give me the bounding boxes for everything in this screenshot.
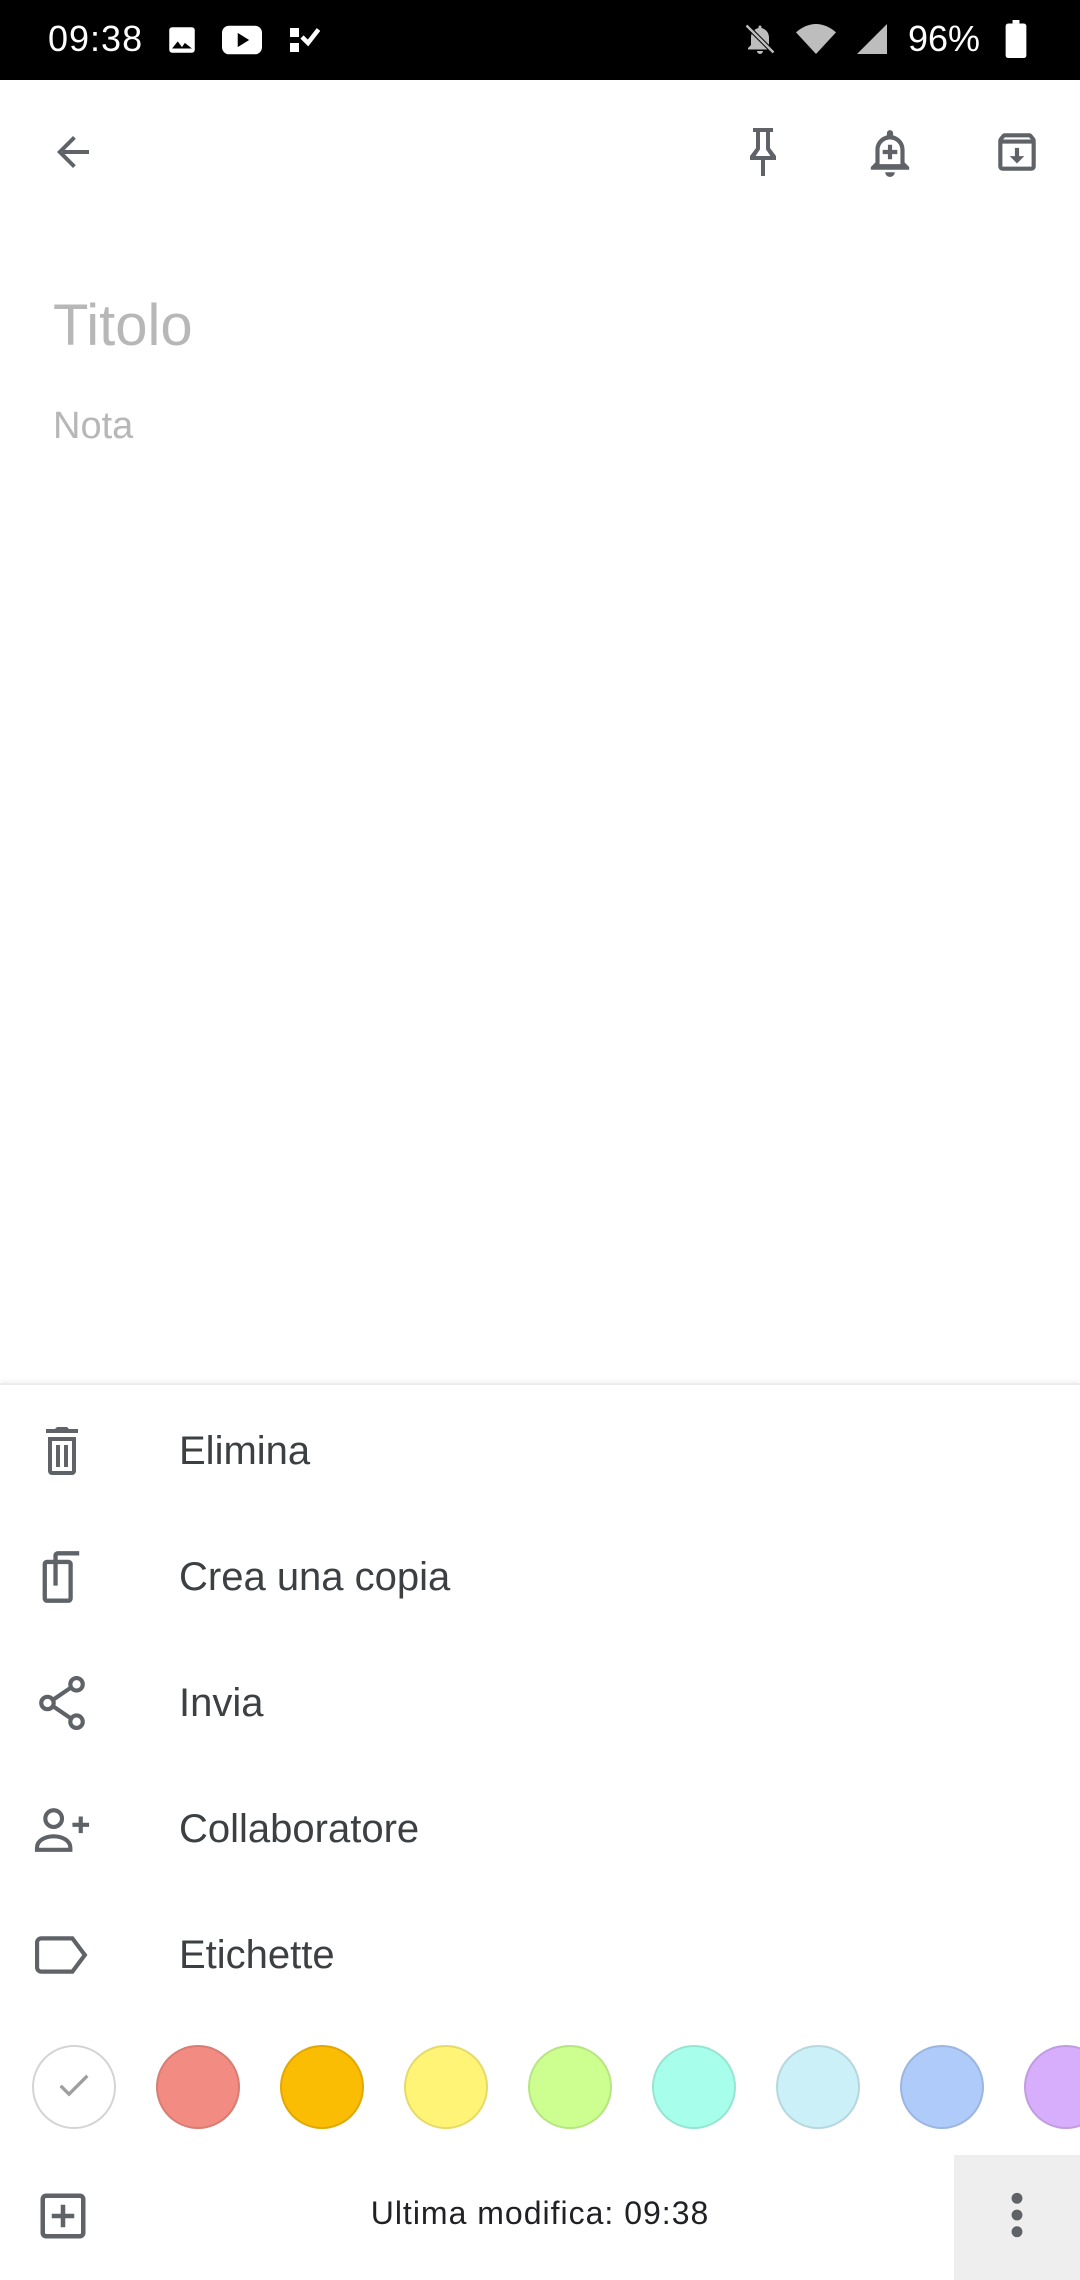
color-swatch-blue[interactable]: [900, 2045, 984, 2129]
color-swatch-orange[interactable]: [280, 2045, 364, 2129]
color-swatch-light-blue[interactable]: [776, 2045, 860, 2129]
menu-item-delete[interactable]: Elimina: [0, 1388, 1080, 1514]
tasks-icon: [282, 20, 322, 60]
color-swatch-default[interactable]: [32, 2045, 116, 2129]
trash-icon: [30, 1419, 94, 1483]
back-button[interactable]: [25, 106, 121, 202]
color-palette: [0, 2045, 1080, 2129]
color-swatch-purple[interactable]: [1024, 2045, 1080, 2129]
menu-item-label: Crea una copia: [179, 1554, 451, 1599]
copy-icon: [30, 1545, 94, 1609]
more-options-button[interactable]: [954, 2155, 1080, 2280]
last-edited-text: Ultima modifica: 09:38: [370, 2195, 710, 2231]
archive-icon: [992, 127, 1042, 182]
note-toolbar: [0, 80, 1080, 230]
check-icon: [54, 2065, 94, 2110]
color-swatch-red[interactable]: [156, 2045, 240, 2129]
notifications-off-icon: [740, 19, 780, 59]
menu-item-copy[interactable]: Crea una copia: [0, 1514, 1080, 1640]
wifi-icon: [795, 19, 836, 59]
label-icon: [30, 1923, 94, 1987]
menu-item-label: Invia: [179, 1680, 264, 1725]
more-vert-icon: [1010, 2192, 1024, 2243]
youtube-icon: [222, 20, 262, 60]
add-reminder-icon: [865, 124, 915, 185]
pin-icon: [739, 124, 787, 185]
back-arrow-icon: [49, 128, 97, 181]
color-swatch-teal[interactable]: [652, 2045, 736, 2129]
status-time: 09:38: [48, 18, 144, 59]
menu-item-label: Collaboratore: [179, 1806, 420, 1851]
status-bar: 09:38 96%: [0, 0, 1080, 80]
battery-icon: [996, 19, 1036, 59]
pin-button[interactable]: [715, 106, 811, 202]
menu-item-collaborator[interactable]: Collaboratore: [0, 1766, 1080, 1892]
note-body-input[interactable]: [53, 405, 1023, 485]
menu-item-label: Elimina: [179, 1428, 311, 1473]
color-swatch-yellow[interactable]: [404, 2045, 488, 2129]
battery-percentage: 96%: [907, 18, 980, 59]
note-bottom-bar: Ultima modifica: 09:38: [0, 2155, 1080, 2280]
signal-icon: [852, 19, 892, 59]
menu-item-labels[interactable]: Etichette: [0, 1892, 1080, 2018]
add-person-icon: [30, 1797, 94, 1861]
title-input[interactable]: [53, 285, 1023, 365]
archive-button[interactable]: [969, 106, 1065, 202]
image-icon: [162, 20, 202, 60]
menu-item-label: Etichette: [179, 1932, 335, 1977]
share-icon: [30, 1671, 94, 1735]
add-reminder-button[interactable]: [842, 106, 938, 202]
color-swatch-green[interactable]: [528, 2045, 612, 2129]
menu-item-send[interactable]: Invia: [0, 1640, 1080, 1766]
